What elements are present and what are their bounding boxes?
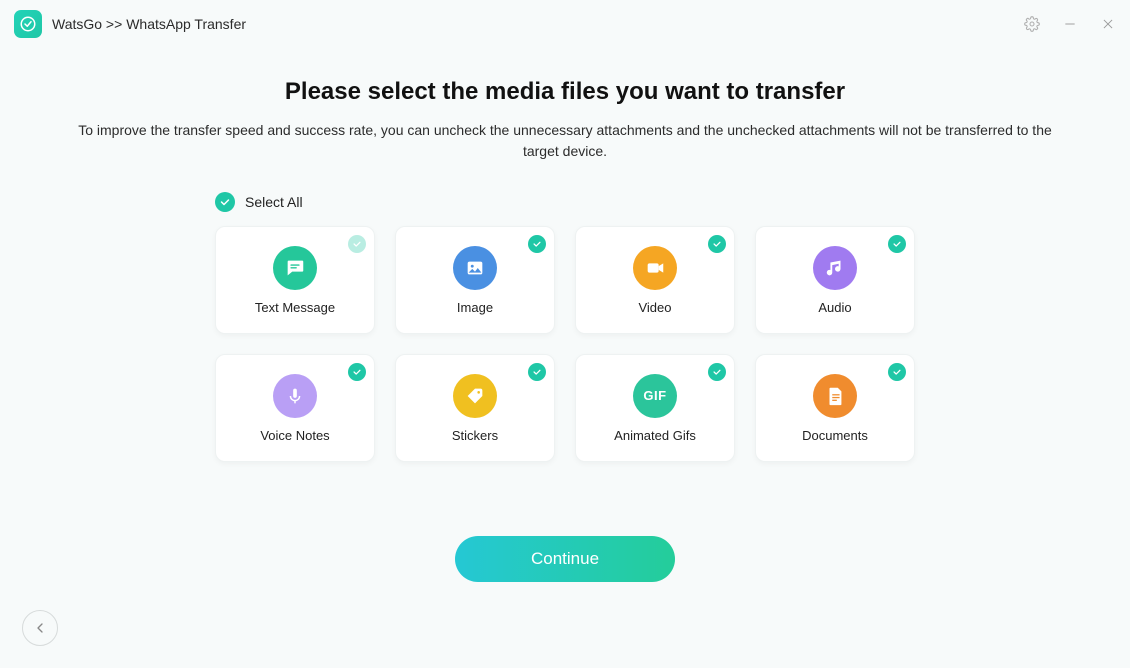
close-icon (1101, 17, 1115, 31)
chevron-left-icon (32, 620, 48, 636)
main-content: Please select the media files you want t… (0, 48, 1130, 582)
card-check-documents[interactable] (888, 363, 906, 381)
app-logo-icon (14, 10, 42, 38)
card-stickers[interactable]: Stickers (395, 354, 555, 462)
card-label: Documents (802, 428, 868, 443)
check-icon (892, 239, 902, 249)
minimize-button[interactable] (1062, 16, 1078, 32)
check-icon (712, 239, 722, 249)
tag-icon (453, 374, 497, 418)
card-check-text-message[interactable] (348, 235, 366, 253)
card-text-message[interactable]: Text Message (215, 226, 375, 334)
image-icon (453, 246, 497, 290)
select-all-checkbox[interactable] (215, 192, 235, 212)
chat-bubble-icon (273, 246, 317, 290)
card-label: Voice Notes (260, 428, 329, 443)
card-label: Animated Gifs (614, 428, 696, 443)
check-icon (532, 367, 542, 377)
card-label: Audio (818, 300, 851, 315)
section-name: WhatsApp Transfer (126, 16, 246, 32)
select-all-label: Select All (245, 194, 303, 210)
card-animated-gifs[interactable]: GIF Animated Gifs (575, 354, 735, 462)
card-check-audio[interactable] (888, 235, 906, 253)
card-label: Stickers (452, 428, 498, 443)
gear-icon (1024, 16, 1040, 32)
page-subtitle: To improve the transfer speed and succes… (65, 120, 1065, 162)
card-documents[interactable]: Documents (755, 354, 915, 462)
check-icon (712, 367, 722, 377)
titlebar: WatsGo >> WhatsApp Transfer (0, 0, 1130, 48)
card-audio[interactable]: Audio (755, 226, 915, 334)
check-icon (219, 196, 231, 208)
page-heading: Please select the media files you want t… (60, 78, 1070, 106)
check-icon (532, 239, 542, 249)
gif-badge-text: GIF (643, 388, 666, 403)
back-button[interactable] (22, 610, 58, 646)
gif-icon: GIF (633, 374, 677, 418)
check-icon (892, 367, 902, 377)
minimize-icon (1063, 17, 1077, 31)
card-check-voice-notes[interactable] (348, 363, 366, 381)
breadcrumb-separator: >> (102, 16, 126, 32)
settings-button[interactable] (1024, 16, 1040, 32)
card-check-video[interactable] (708, 235, 726, 253)
media-grid: Text Message Image Video (215, 226, 915, 462)
titlebar-title: WatsGo >> WhatsApp Transfer (52, 16, 246, 32)
check-icon (352, 239, 362, 249)
continue-button[interactable]: Continue (455, 536, 675, 582)
video-icon (633, 246, 677, 290)
card-label: Text Message (255, 300, 335, 315)
select-all-row[interactable]: Select All (215, 192, 915, 212)
music-note-icon (813, 246, 857, 290)
card-label: Video (638, 300, 671, 315)
card-video[interactable]: Video (575, 226, 735, 334)
card-check-image[interactable] (528, 235, 546, 253)
card-check-stickers[interactable] (528, 363, 546, 381)
microphone-icon (273, 374, 317, 418)
card-label: Image (457, 300, 493, 315)
card-image[interactable]: Image (395, 226, 555, 334)
app-name: WatsGo (52, 16, 102, 32)
card-voice-notes[interactable]: Voice Notes (215, 354, 375, 462)
check-icon (352, 367, 362, 377)
document-icon (813, 374, 857, 418)
card-check-animated-gifs[interactable] (708, 363, 726, 381)
close-button[interactable] (1100, 16, 1116, 32)
